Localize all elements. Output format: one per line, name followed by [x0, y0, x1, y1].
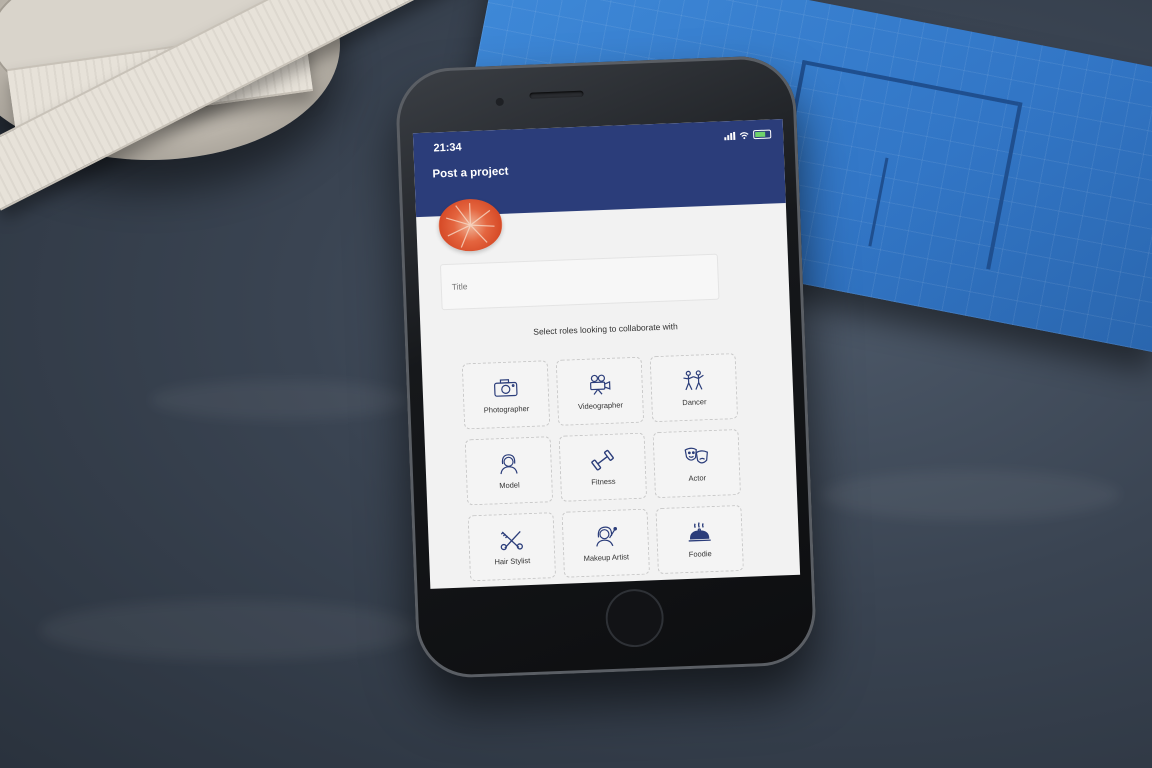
grapefruit-image: [445, 203, 495, 248]
role-card-dancer[interactable]: Dancer: [649, 353, 739, 423]
video-camera-icon: [590, 374, 611, 395]
app-screen: 21:34 Post a project Title Select roles …: [412, 119, 801, 589]
makeup-artist-icon: [596, 526, 617, 547]
model-icon: [500, 453, 518, 474]
role-label: Dancer: [682, 396, 707, 407]
scissors-comb-icon: [500, 530, 523, 550]
status-icons: [724, 129, 772, 140]
theater-masks-icon: [684, 447, 708, 463]
role-card-photographer[interactable]: Photographer: [461, 360, 551, 430]
role-label: Foodie: [688, 548, 712, 559]
role-card-videographer[interactable]: Videographer: [555, 356, 645, 426]
role-card-makeup-artist[interactable]: Makeup Artist: [561, 508, 650, 578]
camera-icon: [493, 378, 518, 397]
role-card-fitness[interactable]: Fitness: [558, 432, 648, 502]
title-input[interactable]: [439, 253, 720, 311]
page-title: Post a project: [432, 165, 509, 181]
role-label: Fitness: [591, 476, 616, 487]
wifi-icon: [739, 131, 749, 139]
role-label: Model: [499, 479, 520, 490]
project-avatar[interactable]: [437, 197, 504, 253]
role-card-actor[interactable]: Actor: [652, 428, 742, 499]
role-card-hair-stylist[interactable]: Hair Stylist: [467, 512, 557, 582]
role-label: Makeup Artist: [583, 551, 630, 563]
phone-device: 21:34 Post a project Title Select roles …: [394, 54, 818, 680]
dancers-icon: [683, 369, 704, 390]
role-label: Hair Stylist: [494, 555, 531, 566]
dumbbell-icon: [591, 449, 614, 471]
role-label: Actor: [688, 472, 707, 483]
role-label: Photographer: [483, 403, 530, 415]
status-time: 21:34: [433, 141, 462, 155]
role-card-model[interactable]: Model: [464, 436, 554, 506]
roles-prompt: Select roles looking to collaborate with: [533, 321, 678, 337]
cloche-icon: [688, 521, 711, 542]
battery-icon: [753, 129, 772, 140]
role-label: Videographer: [577, 399, 624, 411]
role-card-foodie[interactable]: Foodie: [655, 504, 744, 575]
signal-icon: [724, 131, 736, 140]
roles-grid: Photographer Videographer Dancer Model F…: [461, 352, 760, 582]
